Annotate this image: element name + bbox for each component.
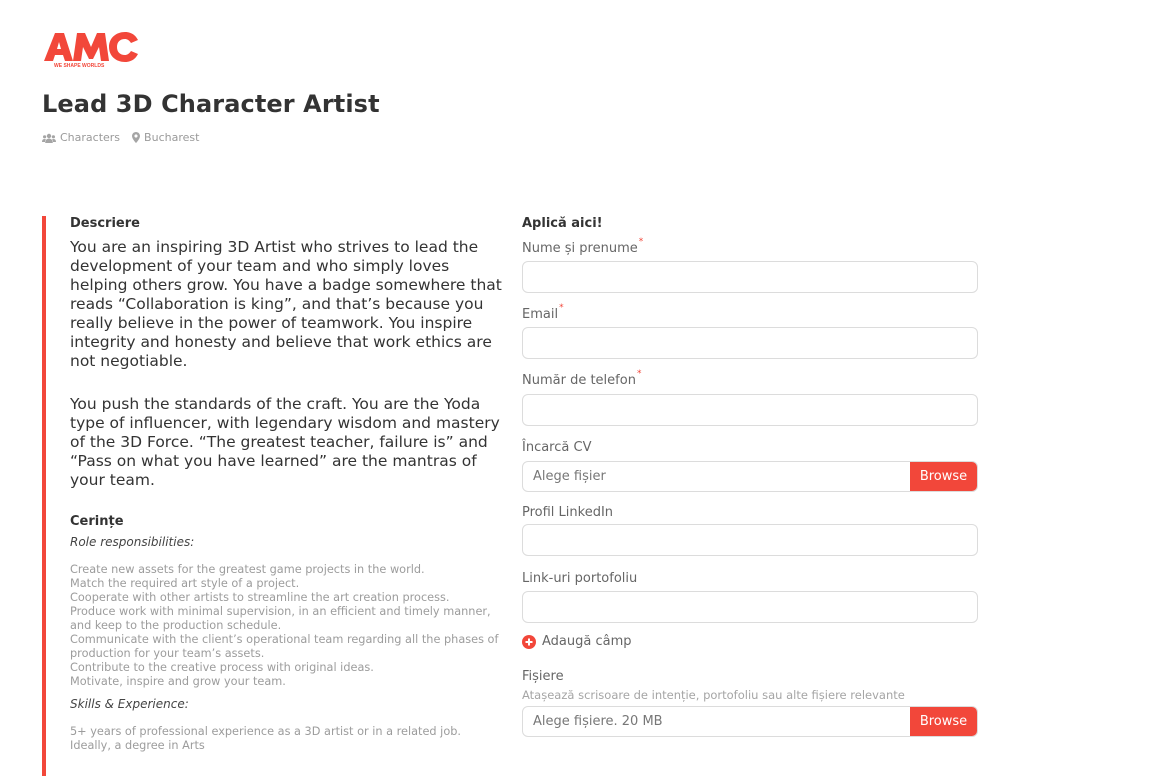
required-mark: *	[636, 369, 642, 379]
files-placeholder: Alege fișiere. 20 MB	[533, 714, 663, 729]
files-label: Fișiere	[522, 669, 564, 684]
description-paragraph-1: You are an inspiring 3D Artist who striv…	[70, 238, 502, 370]
portfolio-label: Link-uri portofoliu	[522, 571, 638, 586]
job-meta: Characters Bucharest	[42, 131, 199, 144]
linkedin-label: Profil LinkedIn	[522, 505, 614, 520]
skills-title: Skills & Experience:	[70, 697, 189, 711]
email-label: Email*	[522, 303, 564, 322]
files-browse-button[interactable]: Browse	[910, 707, 977, 736]
name-input[interactable]	[522, 261, 978, 293]
responsibilities-list: Create new assets for the greatest game …	[70, 563, 499, 688]
files-hint: Atașează scrisoare de intenție, portofol…	[522, 688, 905, 702]
email-input[interactable]	[522, 327, 978, 359]
cv-file-input[interactable]: Alege fișier Browse	[522, 461, 978, 492]
location-tag: Bucharest	[132, 131, 199, 144]
form-heading: Aplică aici!	[522, 216, 603, 231]
skills-list: 5+ years of professional experience as a…	[70, 725, 461, 752]
required-mark: *	[559, 303, 564, 313]
requirements-heading: Cerințe	[70, 514, 124, 529]
description-heading: Descriere	[70, 216, 140, 231]
required-mark: *	[638, 237, 644, 247]
cv-file-placeholder: Alege fișier	[533, 469, 606, 484]
description-paragraph-2: You push the standards of the craft. You…	[70, 395, 500, 489]
phone-input[interactable]	[522, 394, 978, 426]
logo-tagline: WE SHAPE WORLDS	[54, 63, 105, 68]
add-field-label: Adaugă câmp	[542, 634, 632, 649]
cv-label: Încarcă CV	[522, 440, 592, 455]
job-title: Lead 3D Character Artist	[42, 90, 380, 118]
name-label: Nume și prenume*	[522, 237, 644, 256]
responsibilities-title: Role responsibilities:	[70, 535, 195, 549]
location-label: Bucharest	[144, 131, 200, 144]
plus-circle-icon	[522, 634, 536, 649]
add-field-button[interactable]: Adaugă câmp	[522, 634, 632, 649]
job-details: Descriere You are an inspiring 3D Artist…	[42, 216, 502, 776]
department-tag: Characters	[42, 131, 120, 144]
cv-browse-button[interactable]: Browse	[910, 462, 977, 491]
files-input[interactable]: Alege fișiere. 20 MB Browse	[522, 706, 978, 737]
linkedin-input[interactable]	[522, 524, 978, 556]
portfolio-input[interactable]	[522, 591, 978, 623]
map-marker-icon	[132, 132, 141, 143]
phone-label: Număr de telefon*	[522, 369, 642, 388]
amc-logo[interactable]: WE SHAPE WORLDS	[42, 30, 142, 68]
users-icon	[42, 133, 56, 143]
department-label: Characters	[60, 131, 121, 144]
